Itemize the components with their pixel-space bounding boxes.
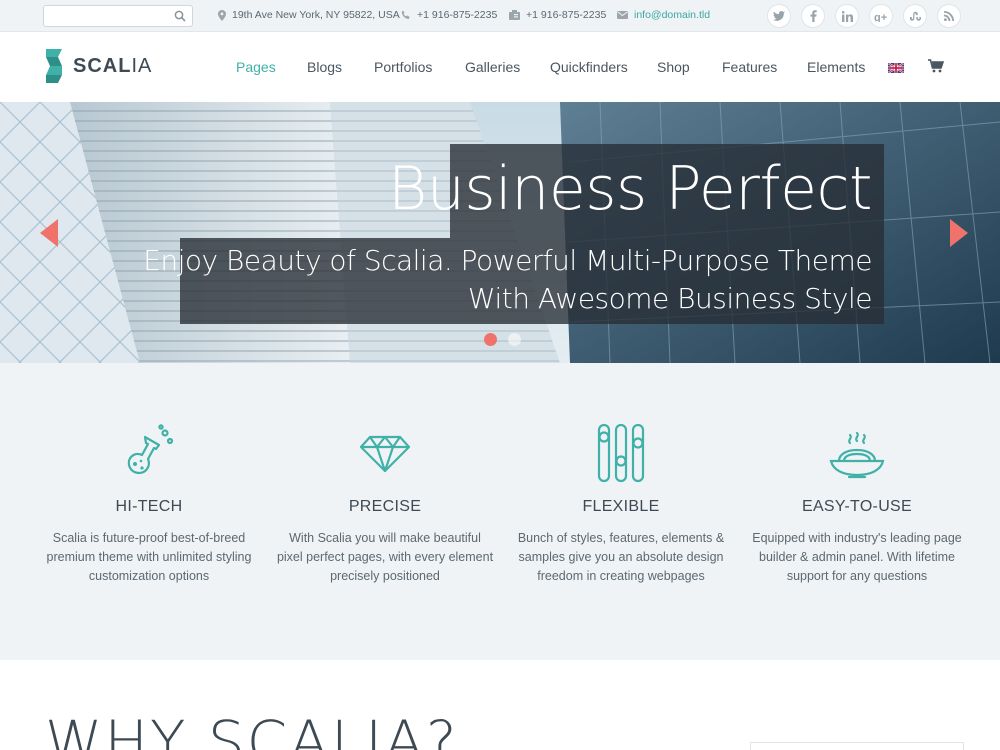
slider-next-arrow-icon[interactable] (950, 219, 968, 247)
logo-text-bold: SCAL (73, 54, 132, 77)
svg-text:g+: g+ (874, 12, 887, 22)
logo-text: SCALIA (73, 55, 152, 78)
slide-title-box: Business Perfect (388, 144, 884, 238)
address-text: 19th Ave New York, NY 95822, USA (232, 9, 400, 21)
diamond-icon (359, 435, 411, 473)
facebook-link[interactable] (801, 4, 825, 28)
slide-subtitle-line1: Enjoy Beauty of Scalia. Powerful Multi-P… (143, 244, 872, 277)
hero-slider: Business Perfect Enjoy Beauty of Scalia.… (0, 102, 1000, 363)
search-box (43, 5, 193, 27)
why-section: WHY SCALIA? (0, 660, 1000, 750)
googleplus-link[interactable]: g+ (869, 4, 893, 28)
email-link[interactable]: info@domain.tld (634, 9, 710, 21)
flask-icon (127, 424, 174, 475)
cart-icon[interactable] (928, 59, 944, 73)
feature-description: Equipped with industry's leading page bu… (740, 529, 974, 586)
phone-info: +1 916-875-2235 (401, 9, 497, 21)
stumbleupon-icon (909, 11, 921, 21)
nav-pages[interactable]: Pages (236, 59, 276, 75)
nav-portfolios[interactable]: Portfolios (374, 59, 432, 75)
email-info[interactable]: info@domain.tld (617, 9, 710, 21)
nav-quickfinders[interactable]: Quickfinders (550, 59, 628, 75)
feature-description: With Scalia you will make beautiful pixe… (268, 529, 502, 586)
logo-mark-icon (46, 49, 62, 83)
fax-text: +1 916-875-2235 (526, 9, 607, 21)
feature-description: Bunch of styles, features, elements & sa… (504, 529, 738, 586)
site-logo[interactable]: SCALIA (43, 49, 152, 83)
linkedin-link[interactable] (835, 4, 859, 28)
feature-title: FLEXIBLE (582, 498, 660, 515)
search-icon[interactable] (174, 10, 186, 22)
slide-subtitle-line2: With Awesome Business Style (467, 282, 873, 315)
slider-dot-1[interactable] (484, 333, 497, 346)
slider-dot-2[interactable] (508, 333, 521, 346)
uk-flag-icon[interactable] (888, 63, 904, 73)
feature-line: Equipped with industry's leading page (752, 531, 962, 545)
why-side-box (750, 742, 964, 750)
linkedin-icon (841, 10, 853, 22)
twitter-icon (773, 11, 785, 21)
phone-text: +1 916-875-2235 (417, 9, 498, 21)
why-heading: WHY SCALIA? (45, 708, 459, 750)
nav-features[interactable]: Features (722, 59, 777, 75)
features-section: HI-TECH Scalia is future-proof best-of-b… (0, 363, 1000, 660)
feature-line: premium theme with unlimited styling (46, 550, 252, 564)
feature-line: builder & admin panel. With lifetime (759, 550, 955, 564)
feature-line: customization options (88, 569, 210, 583)
nav-blogs[interactable]: Blogs (307, 59, 342, 75)
top-bar: 19th Ave New York, NY 95822, USA +1 916-… (0, 0, 1000, 32)
fax-info: +1 916-875-2235 (509, 9, 606, 21)
twitter-link[interactable] (767, 4, 791, 28)
slide-subtitle-box: Enjoy Beauty of Scalia. Powerful Multi-P… (143, 238, 884, 324)
slide-title: Business Perfect (388, 154, 872, 224)
slider-prev-arrow-icon[interactable] (40, 219, 58, 247)
nav-galleries[interactable]: Galleries (465, 59, 520, 75)
fax-icon (509, 10, 520, 20)
site-header: SCALIA Pages Blogs Portfolios Galleries … (0, 32, 1000, 102)
address-info: 19th Ave New York, NY 95822, USA (218, 9, 400, 21)
feature-title: PRECISE (348, 498, 422, 515)
nav-elements[interactable]: Elements (807, 59, 865, 75)
feature-line: Bunch of styles, features, elements & (517, 531, 725, 545)
rss-link[interactable] (937, 4, 961, 28)
nav-shop[interactable]: Shop (657, 59, 690, 75)
search-input[interactable] (44, 6, 164, 26)
sliders-icon (597, 423, 645, 483)
envelope-icon (617, 11, 628, 19)
feature-line: samples give you an absolute design (518, 550, 724, 564)
feature-line: With Scalia you will make beautiful (289, 531, 481, 545)
phone-icon (401, 10, 410, 19)
logo-text-light: IA (131, 54, 153, 77)
rss-icon (944, 11, 954, 21)
feature-title: EASY-TO-USE (801, 498, 912, 515)
googleplus-icon: g+ (874, 12, 887, 22)
stumbleupon-link[interactable] (903, 4, 927, 28)
noodle-bowl-icon (829, 431, 885, 479)
feature-description: Scalia is future-proof best-of-breed pre… (32, 529, 266, 586)
feature-line: precisely positioned (330, 569, 440, 583)
map-pin-icon (218, 9, 226, 21)
feature-line: support for any questions (786, 569, 928, 583)
feature-line: Scalia is future-proof best-of-breed (52, 531, 246, 545)
feature-line: freedom in creating webpages (537, 569, 705, 583)
facebook-icon (810, 10, 817, 22)
feature-title: HI-TECH (115, 498, 183, 515)
feature-line: pixel perfect pages, with every element (276, 550, 494, 564)
